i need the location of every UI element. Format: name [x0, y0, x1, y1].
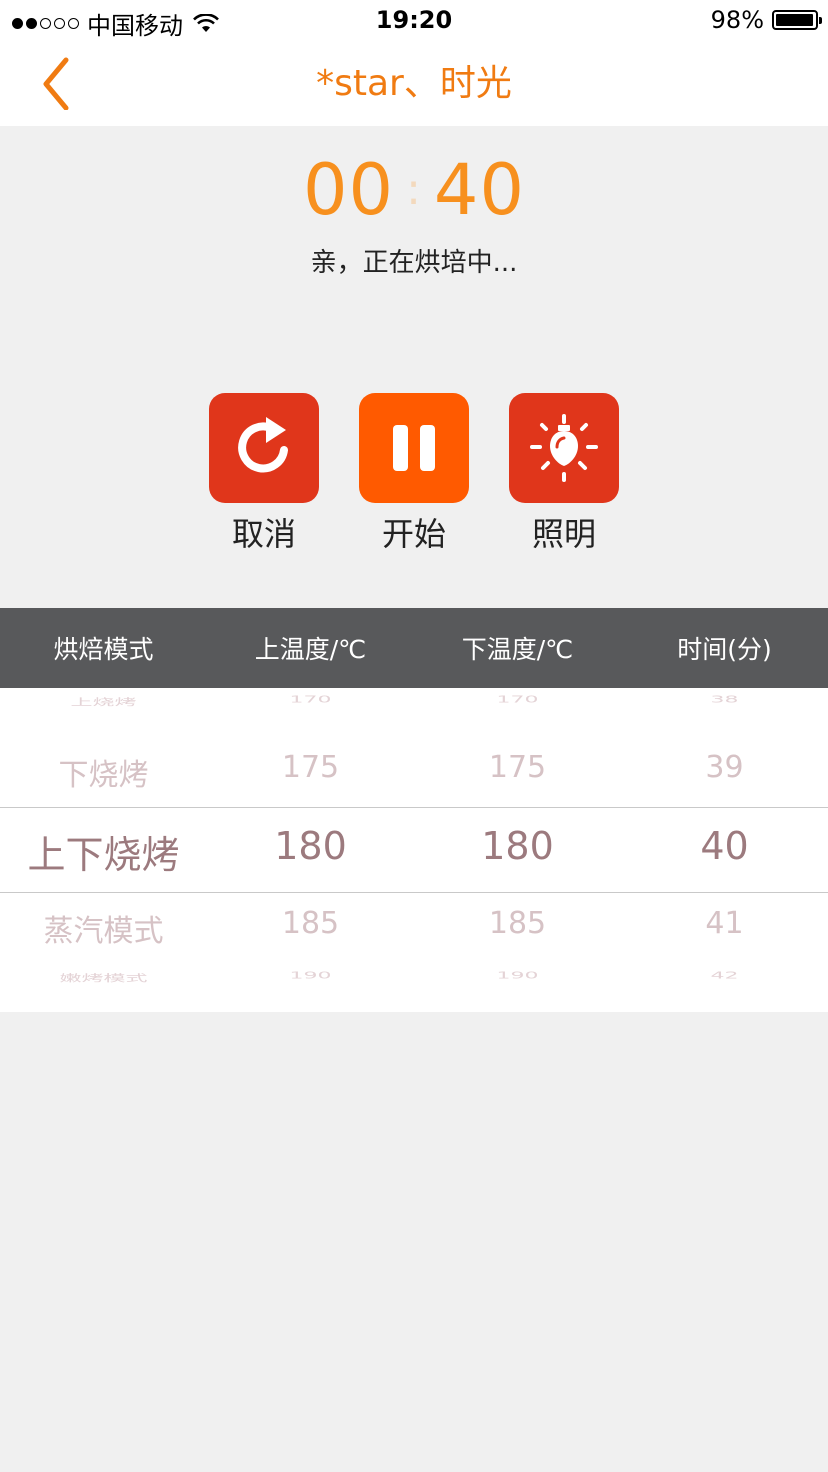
baking-status-text: 亲，正在烘培中...: [310, 248, 518, 278]
picker-item[interactable]: 嫩烤模式: [0, 970, 207, 984]
picker-item-selected[interactable]: 40: [621, 824, 828, 868]
nav-bar: *star、时光: [0, 42, 828, 126]
timer-separator: :: [406, 164, 422, 215]
picker-item[interactable]: 185: [414, 906, 621, 941]
cancel-control: 取消: [209, 393, 319, 555]
timer-seconds: 40: [433, 149, 525, 231]
mode-picker-column[interactable]: 上烧烤 下烧烤 上下烧烤 蒸汽模式 嫩烤模式: [0, 688, 207, 1012]
picker-item[interactable]: 175: [207, 750, 414, 785]
settings-picker: 上烧烤 下烧烤 上下烧烤 蒸汽模式 嫩烤模式 170 175 180 185 1…: [0, 688, 828, 1012]
top-temp-picker-column[interactable]: 170 175 180 185 190: [207, 688, 414, 1012]
status-time: 19:20: [375, 6, 453, 34]
picker-item[interactable]: 170: [414, 694, 621, 705]
start-control: 开始: [359, 393, 469, 555]
picker-item[interactable]: 38: [621, 694, 828, 705]
picker-item[interactable]: 39: [621, 750, 828, 785]
cancel-button[interactable]: [209, 393, 319, 503]
picker-item[interactable]: 175: [414, 750, 621, 785]
status-bar: 中国移动 19:20 98%: [0, 0, 828, 42]
picker-item[interactable]: 蒸汽模式: [0, 906, 207, 950]
picker-item[interactable]: 上烧烤: [0, 694, 207, 708]
timer-minutes: 00: [303, 149, 395, 231]
cancel-label: 取消: [231, 515, 296, 553]
countdown-timer: 00:40: [0, 150, 828, 230]
light-control: 照明: [509, 393, 619, 555]
refresh-icon: [238, 417, 288, 473]
header-bottom-temp: 下温度/℃: [461, 635, 574, 664]
lightbulb-icon: [530, 414, 598, 482]
picker-item[interactable]: 185: [207, 906, 414, 941]
start-label: 开始: [381, 515, 446, 553]
picker-item[interactable]: 41: [621, 906, 828, 941]
battery-percent: 98%: [710, 6, 764, 34]
light-button[interactable]: [509, 393, 619, 503]
pause-icon: [393, 425, 435, 471]
light-label: 照明: [531, 515, 596, 553]
header-top-temp: 上温度/℃: [254, 635, 367, 664]
header-time: 时间(分): [677, 635, 772, 664]
picker-item[interactable]: 下烧烤: [0, 750, 207, 794]
picker-item[interactable]: 190: [207, 970, 414, 981]
settings-table-header: 烘焙模式 上温度/℃ 下温度/℃ 时间(分): [0, 608, 828, 688]
bottom-temp-picker-column[interactable]: 170 175 180 185 190: [414, 688, 621, 1012]
picker-item-selected[interactable]: 180: [414, 824, 621, 868]
time-picker-column[interactable]: 38 39 40 41 42: [621, 688, 828, 1012]
picker-item[interactable]: 190: [414, 970, 621, 981]
start-pause-button[interactable]: [359, 393, 469, 503]
picker-item-selected[interactable]: 上下烧烤: [0, 824, 207, 879]
header-mode: 烘焙模式: [53, 635, 154, 664]
battery-icon: [772, 10, 822, 30]
battery-area: 98%: [710, 6, 822, 34]
picker-item[interactable]: 170: [207, 694, 414, 705]
page-title: *star、时光: [316, 63, 512, 104]
picker-item-selected[interactable]: 180: [207, 824, 414, 868]
picker-item[interactable]: 42: [621, 970, 828, 981]
